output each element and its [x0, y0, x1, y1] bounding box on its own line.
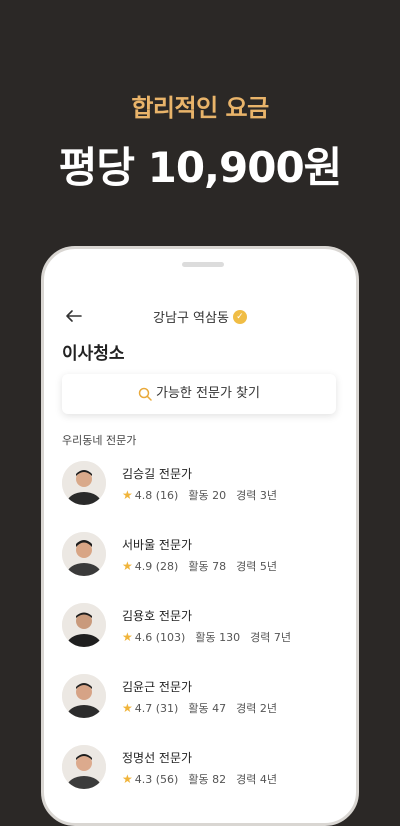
expert-reviews: (56) — [155, 773, 179, 786]
star-icon: ★ — [122, 488, 133, 502]
star-icon: ★ — [122, 630, 133, 644]
expert-reviews: (31) — [155, 702, 179, 715]
expert-activity: 활동 78 — [188, 560, 227, 573]
section-label: 우리동네 전문가 — [62, 434, 137, 447]
expert-stats: ★ 4.3 (56) 활동 82 경력 4년 — [122, 771, 277, 787]
star-icon: ★ — [122, 772, 133, 786]
expert-item[interactable]: 김승길 전문가 ★ 4.8 (16) 활동 20 경력 3년 — [62, 459, 342, 530]
expert-stats: ★ 4.6 (103) 활동 130 경력 7년 — [122, 629, 291, 645]
expert-reviews: (103) — [155, 631, 186, 644]
top-bar: 강남구 역삼동 ✓ — [44, 301, 356, 331]
expert-career: 경력 4년 — [236, 773, 277, 786]
expert-activity: 활동 47 — [188, 702, 227, 715]
expert-name: 김윤근 전문가 — [122, 680, 193, 694]
avatar — [62, 674, 106, 718]
expert-item[interactable]: 정명선 전문가 ★ 4.3 (56) 활동 82 경력 4년 — [62, 743, 342, 814]
phone-frame: 강남구 역삼동 ✓ 이사청소 가능한 전문가 찾기 우리동네 전문가 김승길 전문… — [41, 246, 359, 826]
expert-stats: ★ 4.8 (16) 활동 20 경력 3년 — [122, 487, 277, 503]
avatar — [62, 532, 106, 576]
phone-notch — [182, 262, 224, 267]
find-expert-label: 가능한 전문가 찾기 — [156, 386, 260, 401]
search-icon — [138, 387, 152, 401]
expert-item[interactable]: 김윤근 전문가 ★ 4.7 (31) 활동 47 경력 2년 — [62, 672, 342, 743]
expert-rating: 4.3 — [134, 773, 153, 786]
hero-title: 평당 10,900원 — [58, 143, 343, 192]
location-label: 강남구 역삼동 — [153, 311, 229, 326]
expert-reviews: (28) — [155, 560, 179, 573]
expert-stats: ★ 4.9 (28) 활동 78 경력 5년 — [122, 558, 277, 574]
expert-activity: 활동 82 — [188, 773, 227, 786]
hero-subtitle: 합리적인 요금 — [131, 94, 269, 122]
expert-list: 김승길 전문가 ★ 4.8 (16) 활동 20 경력 3년 서바울 전문가 ★ 4.9… — [62, 459, 342, 814]
expert-rating: 4.9 — [134, 560, 153, 573]
expert-name: 정명선 전문가 — [122, 751, 193, 765]
expert-item[interactable]: 서바울 전문가 ★ 4.9 (28) 활동 78 경력 5년 — [62, 530, 342, 601]
star-icon: ★ — [122, 701, 133, 715]
avatar — [62, 603, 106, 647]
verified-check-icon: ✓ — [232, 309, 247, 324]
expert-stats: ★ 4.7 (31) 활동 47 경력 2년 — [122, 700, 277, 716]
expert-name: 김승길 전문가 — [122, 467, 193, 481]
expert-rating: 4.6 — [134, 631, 153, 644]
star-icon: ★ — [122, 559, 133, 573]
avatar — [62, 461, 106, 505]
avatar — [62, 745, 106, 789]
expert-name: 서바울 전문가 — [122, 538, 193, 552]
expert-career: 경력 5년 — [236, 560, 277, 573]
expert-activity: 활동 20 — [188, 489, 227, 502]
expert-rating: 4.8 — [134, 489, 153, 502]
expert-rating: 4.7 — [134, 702, 153, 715]
find-expert-button[interactable]: 가능한 전문가 찾기 — [62, 374, 336, 414]
expert-activity: 활동 130 — [195, 631, 241, 644]
expert-career: 경력 7년 — [250, 631, 291, 644]
page-title: 이사청소 — [62, 344, 125, 364]
expert-career: 경력 2년 — [236, 702, 277, 715]
expert-name: 김용호 전문가 — [122, 609, 193, 623]
expert-career: 경력 3년 — [236, 489, 277, 502]
expert-reviews: (16) — [155, 489, 179, 502]
expert-item[interactable]: 김용호 전문가 ★ 4.6 (103) 활동 130 경력 7년 — [62, 601, 342, 672]
location-selector[interactable]: 강남구 역삼동 ✓ — [44, 307, 356, 326]
